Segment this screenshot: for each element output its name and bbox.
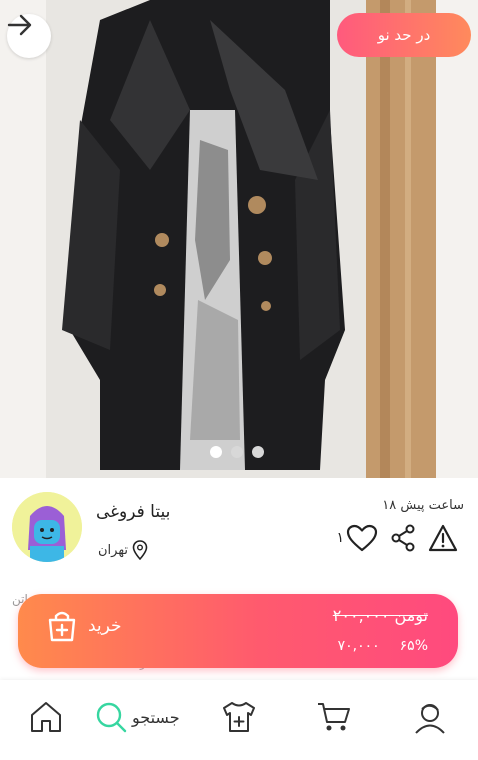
carousel-dot[interactable] xyxy=(210,446,222,458)
location-label: تهران xyxy=(98,542,128,558)
location: تهران xyxy=(98,540,148,560)
seller-row: بیتا فروغی تهران ۱۸ ساعت پیش ۱ xyxy=(0,478,478,578)
carousel-dots xyxy=(210,446,264,458)
product-screen: در حد نو بیتا فروغی تهران ۱۸ ساعت پیش ۱ … xyxy=(0,0,478,760)
nav-add-listing[interactable] xyxy=(220,700,258,734)
search-icon xyxy=(96,702,127,733)
heart-icon[interactable] xyxy=(346,524,378,552)
shopping-bag-plus-icon xyxy=(48,611,76,642)
nav-profile[interactable] xyxy=(412,700,448,736)
like-count: ۱ xyxy=(336,530,344,546)
profile-icon xyxy=(415,704,445,734)
product-photo[interactable]: در حد نو xyxy=(0,0,478,478)
buy-button[interactable]: خرید xyxy=(44,608,122,644)
seller-name[interactable]: بیتا فروغی xyxy=(96,502,170,522)
carousel-dot[interactable] xyxy=(231,446,243,458)
final-price-row: ۷۰,۰۰۰ ۶۵% xyxy=(338,638,428,654)
avatar[interactable] xyxy=(12,492,82,562)
arrow-right-icon xyxy=(7,14,32,36)
home-icon xyxy=(31,702,61,732)
avatar-illustration xyxy=(12,492,82,562)
discount-percent: ۶۵% xyxy=(399,638,428,654)
bottom-nav: جستجو xyxy=(0,680,478,760)
nav-home[interactable] xyxy=(28,700,64,734)
nav-search[interactable]: جستجو xyxy=(94,700,180,734)
share-icon[interactable] xyxy=(390,524,416,552)
original-price: ۲۰۰,۰۰۰ تومن xyxy=(332,606,428,625)
condition-badge: در حد نو xyxy=(337,13,471,57)
final-price: ۷۰,۰۰۰ xyxy=(337,638,380,654)
back-button[interactable] xyxy=(7,14,51,58)
buy-bar: خرید ۲۰۰,۰۰۰ تومن ۷۰,۰۰۰ ۶۵% xyxy=(18,594,458,668)
buy-label: خرید xyxy=(88,616,122,636)
nav-search-label: جستجو xyxy=(132,707,180,727)
cart-icon xyxy=(318,703,350,731)
post-time: ۱۸ ساعت پیش xyxy=(382,498,464,513)
coat-image xyxy=(0,0,478,478)
add-clothing-icon xyxy=(223,702,255,732)
location-pin-icon xyxy=(132,540,148,560)
report-warning-icon[interactable] xyxy=(428,524,458,552)
listing-actions: ۱ xyxy=(336,524,458,552)
carousel-dot[interactable] xyxy=(252,446,264,458)
nav-cart[interactable] xyxy=(316,700,352,734)
